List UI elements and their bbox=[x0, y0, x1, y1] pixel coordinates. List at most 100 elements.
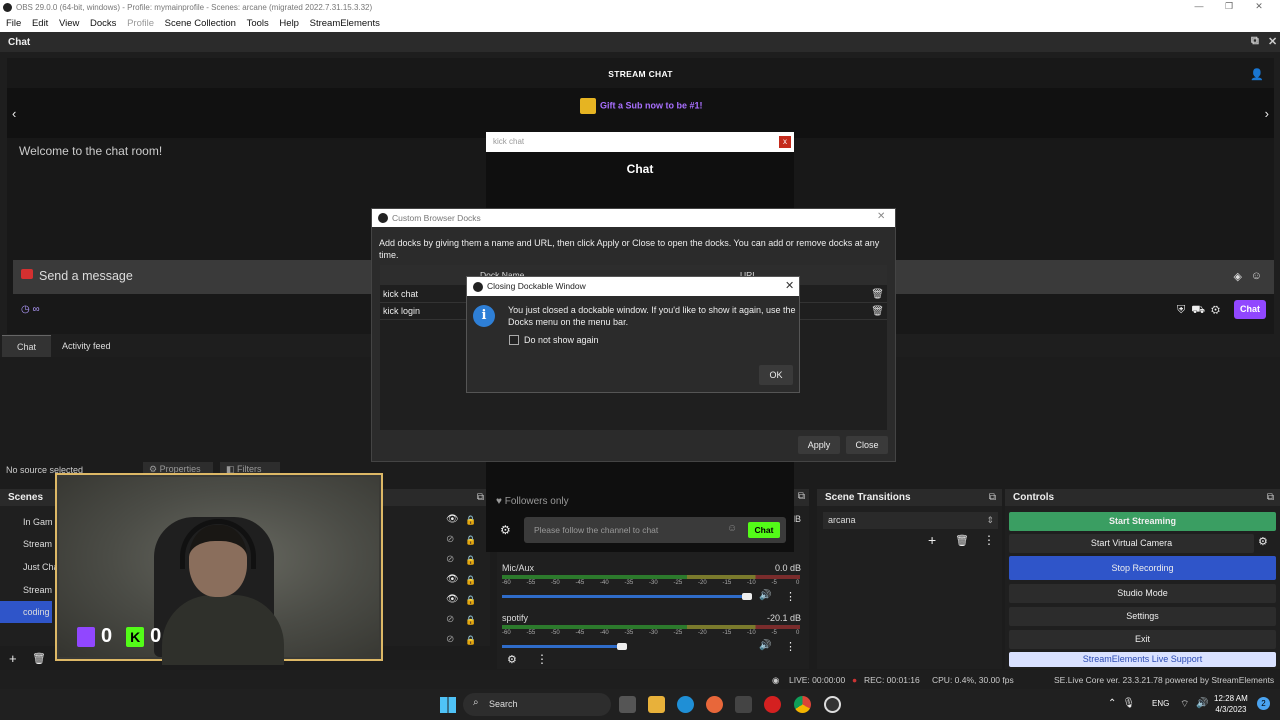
tab-chat[interactable]: Chat bbox=[2, 335, 51, 357]
close-icon[interactable]: ✕ bbox=[785, 279, 794, 292]
close-icon[interactable]: ✕ bbox=[877, 211, 885, 222]
hidden-eye-icon[interactable]: ⊘ bbox=[446, 534, 454, 545]
edge-icon[interactable] bbox=[677, 696, 694, 713]
menu-tools[interactable]: Tools bbox=[247, 15, 269, 32]
remove-scene-icon[interactable]: 🗑 bbox=[32, 652, 46, 665]
kick-settings-icon[interactable]: ⚙ bbox=[500, 523, 511, 537]
chat-send-button[interactable]: Chat bbox=[1234, 300, 1266, 319]
mic-aux-volume-knob[interactable] bbox=[742, 593, 752, 600]
visibility-eye-icon[interactable]: 👁 bbox=[446, 514, 459, 525]
microphone-icon[interactable]: 🎙 bbox=[1122, 698, 1141, 709]
mixer-settings-icon[interactable]: ⚙ bbox=[507, 653, 517, 666]
maximize-icon[interactable]: ❐ bbox=[1214, 1, 1244, 12]
lock-icon[interactable]: 🔒 bbox=[465, 595, 476, 606]
gift-sub-banner[interactable]: Gift a Sub now to be #1! bbox=[580, 98, 703, 114]
menu-edit[interactable]: Edit bbox=[32, 15, 48, 32]
chevron-up-icon[interactable]: ⌃ bbox=[1108, 698, 1122, 709]
notification-badge[interactable]: 2 bbox=[1257, 697, 1270, 710]
kick-message-input[interactable]: Please follow the channel to chat ☺ Chat bbox=[524, 517, 786, 543]
mic-aux-volume-slider[interactable] bbox=[502, 595, 750, 598]
start-virtual-camera-button[interactable]: Start Virtual Camera bbox=[1009, 534, 1254, 553]
float-dock-icon[interactable]: ⧉ bbox=[477, 489, 484, 506]
delete-icon[interactable]: 🗑 bbox=[871, 286, 884, 303]
float-dock-icon[interactable]: ⧉ bbox=[989, 489, 996, 506]
chevron-left-icon[interactable]: ‹ bbox=[12, 106, 16, 121]
scene-item[interactable]: Stream bbox=[23, 539, 52, 549]
chevron-right-icon[interactable]: › bbox=[1265, 106, 1269, 121]
lock-icon[interactable]: 🔒 bbox=[465, 575, 476, 586]
menu-docks[interactable]: Docks bbox=[90, 15, 116, 32]
store-icon[interactable] bbox=[735, 696, 752, 713]
taskbar-clock[interactable]: 12:28 AM 4/3/2023 bbox=[1214, 693, 1248, 715]
transition-menu-icon[interactable]: ⋮ bbox=[983, 533, 995, 547]
streamelements-support-button[interactable]: StreamElements Live Support bbox=[1009, 652, 1276, 667]
studio-mode-button[interactable]: Studio Mode bbox=[1009, 584, 1276, 603]
hidden-eye-icon[interactable]: ⊘ bbox=[446, 614, 454, 625]
spotify-volume-slider[interactable] bbox=[502, 645, 625, 648]
firefox-icon[interactable] bbox=[706, 696, 723, 713]
network-icon[interactable]: ⌔ bbox=[1180, 698, 1189, 711]
lock-icon[interactable]: 🔒 bbox=[465, 535, 476, 546]
shield-icon[interactable]: ⛨ bbox=[1177, 304, 1191, 316]
settings-button[interactable]: Settings bbox=[1009, 607, 1276, 626]
start-streaming-button[interactable]: Start Streaming bbox=[1009, 512, 1276, 531]
virtual-camera-gear-icon[interactable]: ⚙ bbox=[1258, 535, 1268, 548]
obs-taskbar-icon[interactable] bbox=[824, 696, 841, 713]
tab-activity-feed[interactable]: Activity feed bbox=[52, 335, 121, 357]
points-icon[interactable]: ◈ bbox=[1234, 270, 1242, 283]
exit-button[interactable]: Exit bbox=[1009, 630, 1276, 649]
float-dock-icon[interactable]: ⧉ bbox=[798, 491, 805, 502]
scene-item[interactable]: In Gam bbox=[23, 517, 53, 527]
close-icon[interactable]: ✕ bbox=[1244, 1, 1274, 12]
menu-file[interactable]: File bbox=[6, 15, 21, 32]
close-button[interactable]: Close bbox=[846, 436, 888, 454]
more-options-icon[interactable]: ⋮ bbox=[785, 590, 796, 603]
minimize-icon[interactable]: — bbox=[1184, 1, 1214, 11]
spotify-volume-knob[interactable] bbox=[617, 643, 627, 650]
chrome-icon[interactable] bbox=[794, 696, 811, 713]
file-explorer-icon[interactable] bbox=[648, 696, 665, 713]
dock-name-cell[interactable]: kick login bbox=[383, 306, 420, 316]
user-list-icon[interactable]: 👤 bbox=[1250, 68, 1264, 81]
menu-view[interactable]: View bbox=[59, 15, 79, 32]
kick-close-button[interactable]: x bbox=[779, 136, 791, 148]
hidden-eye-icon[interactable]: ⊘ bbox=[446, 554, 454, 565]
stop-recording-button[interactable]: Stop Recording bbox=[1009, 556, 1276, 580]
do-not-show-label[interactable]: Do not show again bbox=[524, 335, 599, 345]
menu-help[interactable]: Help bbox=[279, 15, 299, 32]
visibility-eye-icon[interactable]: 👁 bbox=[446, 594, 459, 605]
ok-button[interactable]: OK bbox=[759, 365, 793, 385]
float-dock-icon[interactable]: ⧉ bbox=[1267, 489, 1274, 506]
taskbar-search[interactable]: ⌕ Search bbox=[463, 693, 611, 716]
scene-item-selected[interactable]: coding bbox=[23, 607, 50, 617]
more-options-icon[interactable]: ⋮ bbox=[785, 640, 796, 653]
lock-icon[interactable]: 🔒 bbox=[465, 515, 476, 526]
add-transition-icon[interactable]: + bbox=[928, 532, 936, 548]
menu-scene-collection[interactable]: Scene Collection bbox=[165, 15, 236, 32]
dock-name-cell[interactable]: kick chat bbox=[383, 289, 418, 299]
do-not-show-checkbox[interactable] bbox=[509, 335, 519, 345]
lock-icon[interactable]: 🔒 bbox=[465, 635, 476, 646]
volume-icon[interactable]: 🔊 bbox=[1196, 698, 1208, 709]
scene-item[interactable]: Stream bbox=[23, 585, 52, 595]
menu-profile[interactable]: Profile bbox=[127, 15, 154, 32]
gear-icon[interactable]: ⚙ bbox=[1211, 304, 1226, 316]
emoji-icon[interactable]: ☺ bbox=[727, 523, 737, 534]
mixer-menu-icon[interactable]: ⋮ bbox=[536, 652, 548, 666]
cart-icon[interactable]: ⛟ bbox=[1191, 304, 1211, 316]
speaker-icon[interactable]: 🔊 bbox=[759, 640, 771, 651]
lock-icon[interactable]: 🔒 bbox=[465, 615, 476, 626]
windows-start-icon[interactable] bbox=[440, 697, 456, 713]
lock-icon[interactable]: 🔒 bbox=[465, 555, 476, 566]
scene-item[interactable]: Just Cha bbox=[23, 562, 59, 572]
language-indicator[interactable]: ENG bbox=[1152, 699, 1169, 708]
apply-button[interactable]: Apply bbox=[798, 436, 840, 454]
remove-transition-icon[interactable]: 🗑 bbox=[955, 534, 969, 547]
visibility-eye-icon[interactable]: 👁 bbox=[446, 574, 459, 585]
float-dock-icon[interactable]: ⧉ bbox=[1251, 35, 1259, 48]
add-scene-icon[interactable]: + bbox=[9, 651, 17, 666]
delete-icon[interactable]: 🗑 bbox=[871, 303, 884, 320]
speaker-icon[interactable]: 🔊 bbox=[759, 590, 771, 601]
hidden-eye-icon[interactable]: ⊘ bbox=[446, 634, 454, 645]
menu-streamelements[interactable]: StreamElements bbox=[310, 15, 380, 32]
